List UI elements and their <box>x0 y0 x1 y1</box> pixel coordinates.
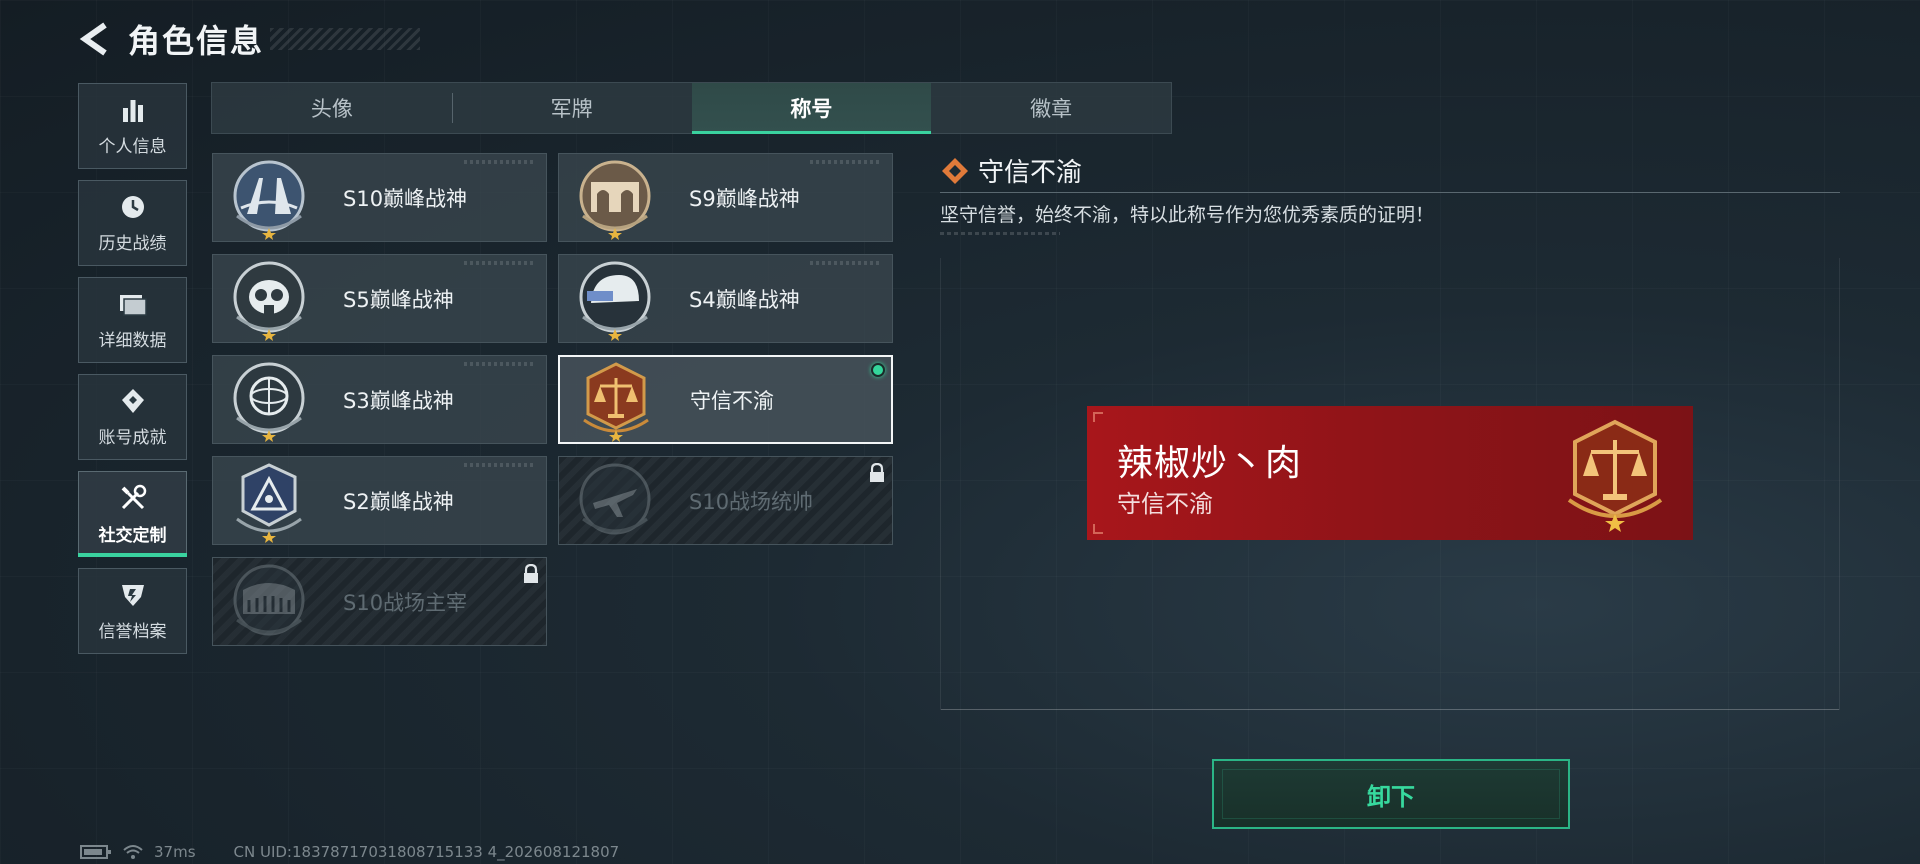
card-decoration <box>464 362 534 366</box>
achievement-icon <box>121 388 144 413</box>
title-card[interactable]: S3巅峰战神 <box>212 355 547 444</box>
card-decoration <box>464 261 534 265</box>
ping-value: 37ms <box>154 843 196 861</box>
ruins-emblem-icon <box>579 160 651 240</box>
wifi-icon <box>123 845 143 859</box>
sidebar-item-profile[interactable]: 个人信息 <box>78 83 187 169</box>
tab-title[interactable]: 称号 <box>691 83 932 134</box>
title-name: S2巅峰战神 <box>343 489 454 514</box>
detail-title: 守信不渝 <box>978 158 1083 188</box>
sidebar-item-label: 信誉档案 <box>98 621 167 642</box>
clock-icon <box>121 195 144 218</box>
sidebar-item-label: 社交定制 <box>98 525 167 546</box>
unequip-button[interactable]: 卸下 <box>1212 759 1570 829</box>
title-card-selected[interactable]: 守信不渝 <box>558 355 893 444</box>
nameplate-title: 守信不渝 <box>1117 490 1213 518</box>
helmet-emblem-icon <box>579 261 651 341</box>
title-card-locked[interactable]: S10战场统帅 <box>558 456 893 545</box>
aircraft-emblem-icon <box>579 463 651 534</box>
sidebar-item-history[interactable]: 历史战绩 <box>78 180 187 266</box>
folder-icon <box>119 294 147 316</box>
title-name: S10战场主宰 <box>343 590 468 615</box>
back-arrow-icon <box>79 22 107 56</box>
bar-chart-icon <box>122 99 143 122</box>
title-name: S3巅峰战神 <box>343 388 454 413</box>
title-name: S10战场统帅 <box>689 489 814 514</box>
player-name: 辣椒炒丶肉 <box>1117 443 1303 484</box>
status-bar: 37ms CN UID:18378717031808715133 4_20260… <box>80 843 619 861</box>
card-decoration <box>810 160 880 164</box>
sidebar: 个人信息 历史战绩 详细数据 账号成就 社交定制 信誉档案 <box>78 83 187 665</box>
tools-icon <box>121 484 146 509</box>
tab-avatar[interactable]: 头像 <box>212 83 452 133</box>
title-card[interactable]: S9巅峰战神 <box>558 153 893 242</box>
globe-emblem-icon <box>233 362 305 442</box>
triangle-emblem-icon <box>236 462 302 543</box>
sidebar-item-social-custom[interactable]: 社交定制 <box>78 471 187 557</box>
title-card[interactable]: S5巅峰战神 <box>212 254 547 343</box>
title-name: S5巅峰战神 <box>343 287 454 312</box>
sidebar-item-reputation[interactable]: 信誉档案 <box>78 568 187 654</box>
diamond-icon <box>942 157 968 184</box>
tab-badge[interactable]: 徽章 <box>931 83 1171 133</box>
card-decoration <box>810 261 880 265</box>
page-header: 角色信息 <box>76 18 421 60</box>
page-title: 角色信息 <box>128 22 265 60</box>
title-name: S10巅峰战神 <box>343 186 468 211</box>
detail-description: 坚守信誉，始终不渝，特以此称号作为您优秀素质的证明！ <box>940 204 1435 226</box>
back-button[interactable] <box>76 20 114 58</box>
detail-decoration <box>940 232 1060 235</box>
divider <box>940 192 1840 193</box>
sidebar-item-label: 详细数据 <box>98 330 167 351</box>
title-name: 守信不渝 <box>690 388 774 413</box>
sidebar-item-label: 历史战绩 <box>98 233 167 254</box>
equipped-indicator <box>871 363 885 377</box>
bridge-emblem-icon <box>233 160 305 240</box>
colosseum-emblem-icon <box>233 564 305 635</box>
title-name: S4巅峰战神 <box>689 287 800 312</box>
card-decoration <box>464 160 534 164</box>
lock-icon <box>870 463 884 482</box>
battery-icon <box>80 845 111 859</box>
sidebar-item-label: 账号成就 <box>98 427 167 448</box>
title-card[interactable]: S2巅峰战神 <box>212 456 547 545</box>
title-name: S9巅峰战神 <box>689 186 800 211</box>
scales-emblem-icon <box>583 361 649 442</box>
card-decoration <box>464 463 534 467</box>
nameplate-preview: 辣椒炒丶肉 守信不渝 <box>1087 406 1693 540</box>
title-card-locked[interactable]: S10战场主宰 <box>212 557 547 646</box>
sidebar-item-details[interactable]: 详细数据 <box>78 277 187 363</box>
sidebar-item-label: 个人信息 <box>98 136 167 157</box>
detail-header: 守信不渝 <box>940 152 1082 189</box>
corner-decoration <box>1093 524 1103 534</box>
sidebar-item-achievements[interactable]: 账号成就 <box>78 374 187 460</box>
gasmask-emblem-icon <box>233 261 305 341</box>
tab-dogtag[interactable]: 军牌 <box>451 83 692 133</box>
player-uid: CN UID:18378717031808715133 4_2026081218… <box>233 843 620 861</box>
category-tabs: 头像 军牌 称号 徽章 <box>211 82 1172 134</box>
title-card[interactable]: S10巅峰战神 <box>212 153 547 242</box>
title-card[interactable]: S4巅峰战神 <box>558 254 893 343</box>
title-decoration <box>270 28 421 50</box>
scales-emblem-icon <box>1567 419 1663 532</box>
shield-icon <box>121 584 144 606</box>
corner-decoration <box>1093 412 1103 422</box>
lock-icon <box>524 564 538 583</box>
